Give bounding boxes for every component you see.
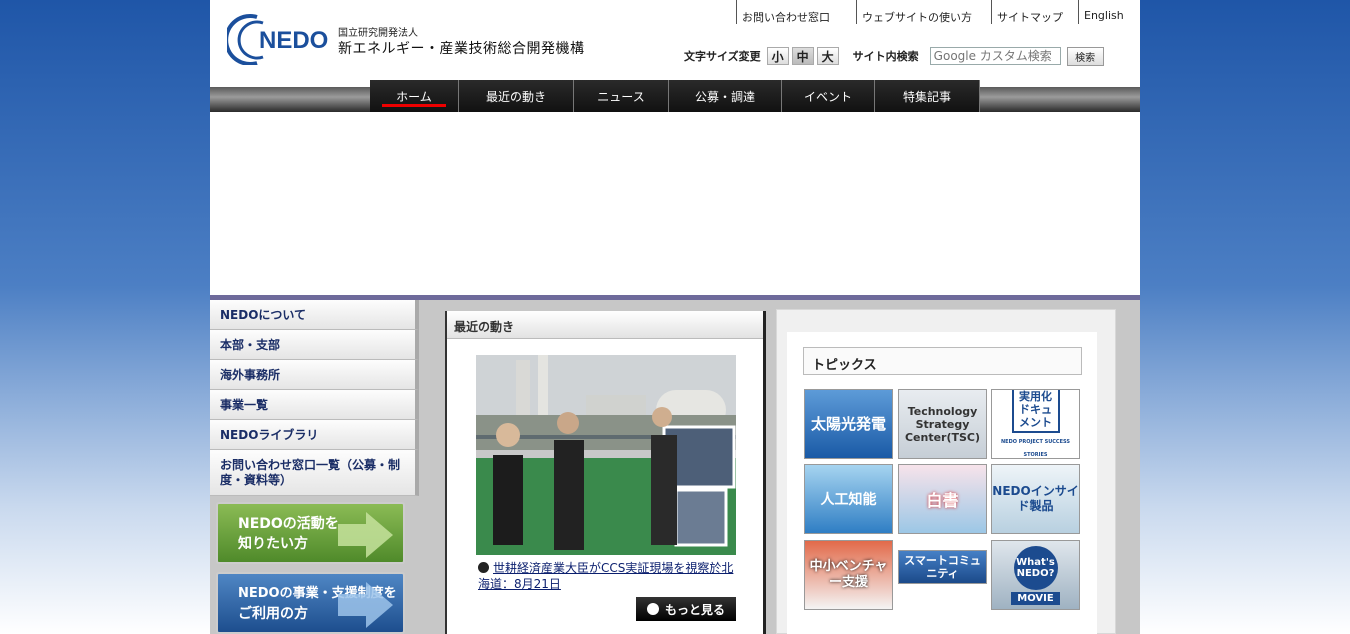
recent-activities-title: 最近の動き [447, 311, 763, 339]
topic-solar-power[interactable]: 太陽光発電 [804, 389, 893, 459]
topic-sme-venture[interactable]: 中小ベンチャー支援 [804, 540, 893, 610]
nav-features[interactable]: 特集記事 [875, 80, 980, 112]
page: NEDO 国立研究開発法人 新エネルギー・産業技術総合開発機構 お問い合わせ窓口… [210, 0, 1140, 634]
recent-activity-caption: 世耕経済産業大臣がCCS実証現場を視察於北海道：8月21日 [478, 561, 734, 591]
topic-white-paper[interactable]: 白書 [898, 464, 987, 534]
org-name: 新エネルギー・産業技術総合開発機構 [338, 41, 585, 57]
banner-use-programs[interactable]: NEDOの事業・支援制度を ご利用の方 [216, 572, 405, 634]
font-size-small-button[interactable]: 小 [766, 47, 789, 65]
topic-smart-community[interactable]: スマートコミュニティ [898, 550, 987, 584]
topic-ai[interactable]: 人工知能 [804, 464, 893, 534]
header-tools: 文字サイズ変更 小 中 大 サイト内検索 検索 [684, 46, 1104, 66]
topic-practical-docs[interactable]: 実用化ドキュメント NEDO PROJECT SUCCESS STORIES [991, 389, 1080, 459]
main-nav: ホーム 最近の動き ニュース 公募・調達 イベント 特集記事 [370, 80, 980, 112]
topics-panel: トピックス 太陽光発電 Technology Strategy Center(T… [776, 309, 1116, 634]
topic-movie-label: MOVIE [1011, 591, 1060, 605]
arrow-right-icon [338, 512, 393, 558]
nav-recent-activities[interactable]: 最近の動き [459, 80, 574, 112]
menu-headquarters[interactable]: 本部・支部 [210, 330, 419, 360]
topic-smart-label: スマートコミュニティ [904, 554, 981, 580]
menu-library[interactable]: NEDOライブラリ [210, 420, 419, 450]
topic-whats-nedo[interactable]: What's NEDO? MOVIE [991, 540, 1080, 610]
topic-whats-label: What's NEDO? [1013, 545, 1058, 590]
more-label: もっと見る [664, 602, 725, 617]
sitemap-link[interactable]: サイトマップ [991, 0, 1078, 24]
recent-activity-photo[interactable] [476, 355, 736, 555]
font-size-large-button[interactable]: 大 [816, 47, 839, 65]
topic-inside-label: NEDOインサイド製品 [992, 484, 1079, 513]
menu-about-nedo[interactable]: NEDOについて [210, 300, 419, 330]
more-button[interactable]: もっと見る [636, 597, 736, 621]
topic-ai-label: 人工知能 [820, 492, 877, 508]
font-size-medium-button[interactable]: 中 [791, 47, 814, 65]
circle-arrow-icon [478, 562, 489, 573]
search-button[interactable]: 検索 [1066, 46, 1104, 66]
logo-text: NEDO [259, 27, 328, 54]
site-search-input[interactable] [929, 47, 1061, 65]
menu-contact-list[interactable]: お問い合わせ窓口一覧（公募・制度・資料等） [210, 450, 419, 496]
english-link[interactable]: English [1078, 0, 1138, 24]
org-type-label: 国立研究開発法人 [338, 28, 418, 39]
banner-learn-about-nedo[interactable]: NEDOの活動を 知りたい方 [216, 502, 405, 564]
nav-procurement[interactable]: 公募・調達 [669, 80, 782, 112]
nav-news[interactable]: ニュース [574, 80, 669, 112]
nav-home[interactable]: ホーム [370, 80, 459, 112]
topics-title: トピックス [803, 347, 1082, 375]
menu-projects-list[interactable]: 事業一覧 [210, 390, 419, 420]
recent-activities-panel: 最近の動き 世耕経済産業大臣がCCS実証現場を視察於北海道：8月21日 もっと見… [445, 311, 766, 634]
recent-activity-link[interactable]: 世耕経済産業大臣がCCS実証現場を視察於北海道：8月21日 [478, 560, 738, 592]
nav-events[interactable]: イベント [782, 80, 875, 112]
font-size-label: 文字サイズ変更 [684, 50, 761, 63]
site-search-label: サイト内検索 [852, 50, 919, 63]
website-guide-link[interactable]: ウェブサイトの使い方 [856, 0, 991, 24]
circle-arrow-icon [646, 603, 659, 615]
topic-tsc[interactable]: Technology Strategy Center(TSC) [898, 389, 987, 459]
arrow-right-icon [338, 582, 393, 628]
topic-docs-label: 実用化ドキュメント [1011, 390, 1060, 433]
topic-docs-sub: NEDO PROJECT SUCCESS STORIES [1001, 439, 1070, 458]
topic-whitepaper-label: 白書 [926, 491, 959, 510]
menu-overseas-offices[interactable]: 海外事務所 [210, 360, 419, 390]
top-links: お問い合わせ窓口 ウェブサイトの使い方 サイトマップ English [736, 0, 1138, 24]
topic-tsc-label: Technology Strategy Center(TSC) [904, 404, 981, 444]
nedo-logo[interactable]: NEDO [224, 13, 337, 66]
topic-sme-label: 中小ベンチャー支援 [809, 559, 888, 590]
left-menu: NEDOについて 本部・支部 海外事務所 事業一覧 NEDOライブラリ お問い合… [210, 300, 419, 496]
topic-nedo-inside[interactable]: NEDOインサイド製品 [991, 464, 1080, 534]
contact-link[interactable]: お問い合わせ窓口 [736, 0, 856, 24]
topic-solar-label: 太陽光発電 [810, 415, 886, 433]
